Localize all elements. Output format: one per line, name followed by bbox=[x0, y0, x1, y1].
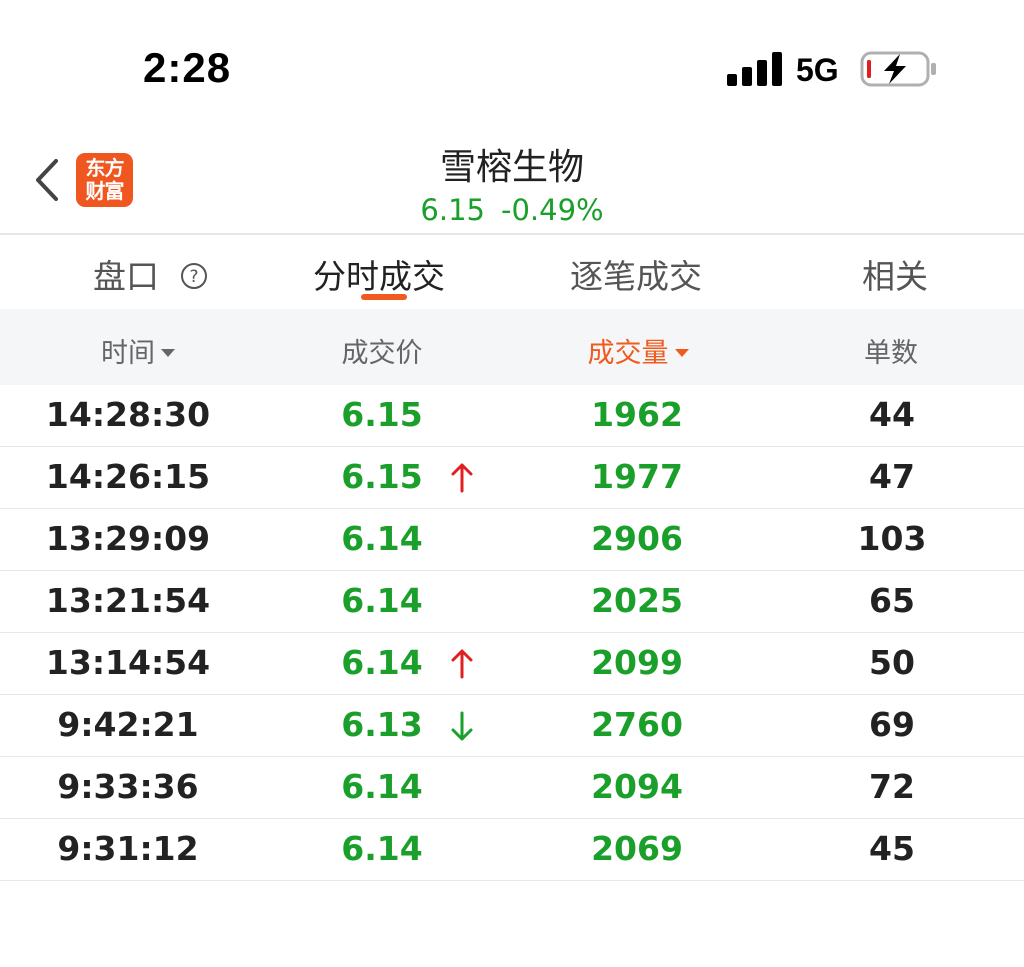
price-direction-icon bbox=[449, 399, 475, 433]
cell-time: 9:42:21 bbox=[57, 705, 199, 744]
tab-related[interactable]: 相关 bbox=[862, 250, 928, 298]
table-row: 13:14:54 6.14 2099 50 bbox=[0, 633, 1024, 695]
price-direction-icon bbox=[449, 585, 475, 619]
stock-price: 6.15 bbox=[420, 193, 485, 227]
svg-text:?: ? bbox=[189, 267, 198, 287]
header-divider bbox=[0, 233, 1024, 235]
stock-quote: 6.15 -0.49% bbox=[0, 193, 1024, 227]
price-direction-icon bbox=[449, 523, 475, 557]
table-row: 13:21:54 6.14 2025 65 bbox=[0, 571, 1024, 633]
sort-caret-icon bbox=[674, 348, 689, 357]
cell-volume: 2906 bbox=[591, 519, 683, 558]
cell-time: 13:21:54 bbox=[45, 581, 211, 620]
cell-count: 103 bbox=[857, 519, 927, 558]
cell-time: 14:26:15 bbox=[45, 457, 211, 496]
tab-order-book[interactable]: 盘口 ? bbox=[93, 250, 208, 298]
cell-count: 45 bbox=[869, 829, 915, 868]
table-row: 14:28:30 6.15 1962 44 bbox=[0, 385, 1024, 447]
status-bar: 2:28 5G bbox=[0, 0, 1024, 140]
cell-volume: 1962 bbox=[591, 395, 683, 434]
cell-count: 65 bbox=[869, 581, 915, 620]
active-tab-indicator bbox=[361, 294, 407, 300]
tab-bar: 盘口 ? 分时成交 逐笔成交 相关 bbox=[0, 236, 1024, 308]
column-header-count: 单数 bbox=[864, 338, 918, 369]
column-header-price: 成交价 bbox=[341, 338, 423, 369]
cell-count: 72 bbox=[869, 767, 915, 806]
network-type: 5G bbox=[796, 52, 839, 88]
arrow-down-icon bbox=[449, 709, 475, 743]
table-row: 14:26:15 6.15 1977 47 bbox=[0, 447, 1024, 509]
battery-charging-icon bbox=[860, 51, 936, 87]
tab-tick-trades[interactable]: 逐笔成交 bbox=[570, 250, 702, 298]
status-time: 2:28 bbox=[143, 44, 232, 91]
table-row: 9:31:12 6.14 2069 45 bbox=[0, 819, 1024, 881]
cell-count: 69 bbox=[869, 705, 915, 744]
column-header-time[interactable]: 时间 bbox=[10, 331, 266, 370]
cellular-signal-icon bbox=[727, 52, 782, 86]
sort-caret-icon bbox=[161, 348, 175, 357]
table-row: 9:42:21 6.13 2760 69 bbox=[0, 695, 1024, 757]
tab-order-book-label: 盘口 bbox=[93, 257, 159, 296]
help-icon[interactable]: ? bbox=[180, 262, 208, 290]
cell-time: 9:33:36 bbox=[57, 767, 199, 806]
cell-time: 14:28:30 bbox=[45, 395, 211, 434]
cell-volume: 2760 bbox=[591, 705, 683, 744]
stock-name: 雪榕生物 bbox=[439, 147, 584, 188]
table-header: 时间 成交价 成交量 单数 bbox=[0, 309, 1024, 385]
column-header-time-label: 时间 bbox=[101, 338, 155, 369]
cell-count: 47 bbox=[869, 457, 915, 496]
cell-time: 13:14:54 bbox=[45, 643, 211, 682]
cell-count: 50 bbox=[869, 643, 915, 682]
price-direction-icon bbox=[449, 771, 475, 805]
trades-table: 14:28:30 6.15 1962 44 14:26:15 6.15 1977… bbox=[0, 385, 1024, 881]
cell-volume: 2099 bbox=[591, 643, 683, 682]
cell-volume: 1977 bbox=[591, 457, 683, 496]
arrow-up-icon bbox=[449, 647, 475, 681]
column-header-volume-label: 成交量 bbox=[587, 338, 669, 369]
stock-change-percent: -0.49% bbox=[500, 193, 604, 227]
table-row: 9:33:36 6.14 2094 72 bbox=[0, 757, 1024, 819]
column-header-volume[interactable]: 成交量 bbox=[510, 331, 766, 370]
arrow-up-icon bbox=[449, 461, 475, 495]
cell-volume: 2025 bbox=[591, 581, 683, 620]
cell-time: 13:29:09 bbox=[45, 519, 211, 558]
cell-volume: 2069 bbox=[591, 829, 683, 868]
table-row: 13:29:09 6.14 2906 103 bbox=[0, 509, 1024, 571]
cell-volume: 2094 bbox=[591, 767, 683, 806]
tab-time-trades[interactable]: 分时成交 bbox=[313, 250, 445, 298]
price-direction-icon bbox=[449, 833, 475, 867]
cell-count: 44 bbox=[869, 395, 915, 434]
cell-time: 9:31:12 bbox=[57, 829, 199, 868]
